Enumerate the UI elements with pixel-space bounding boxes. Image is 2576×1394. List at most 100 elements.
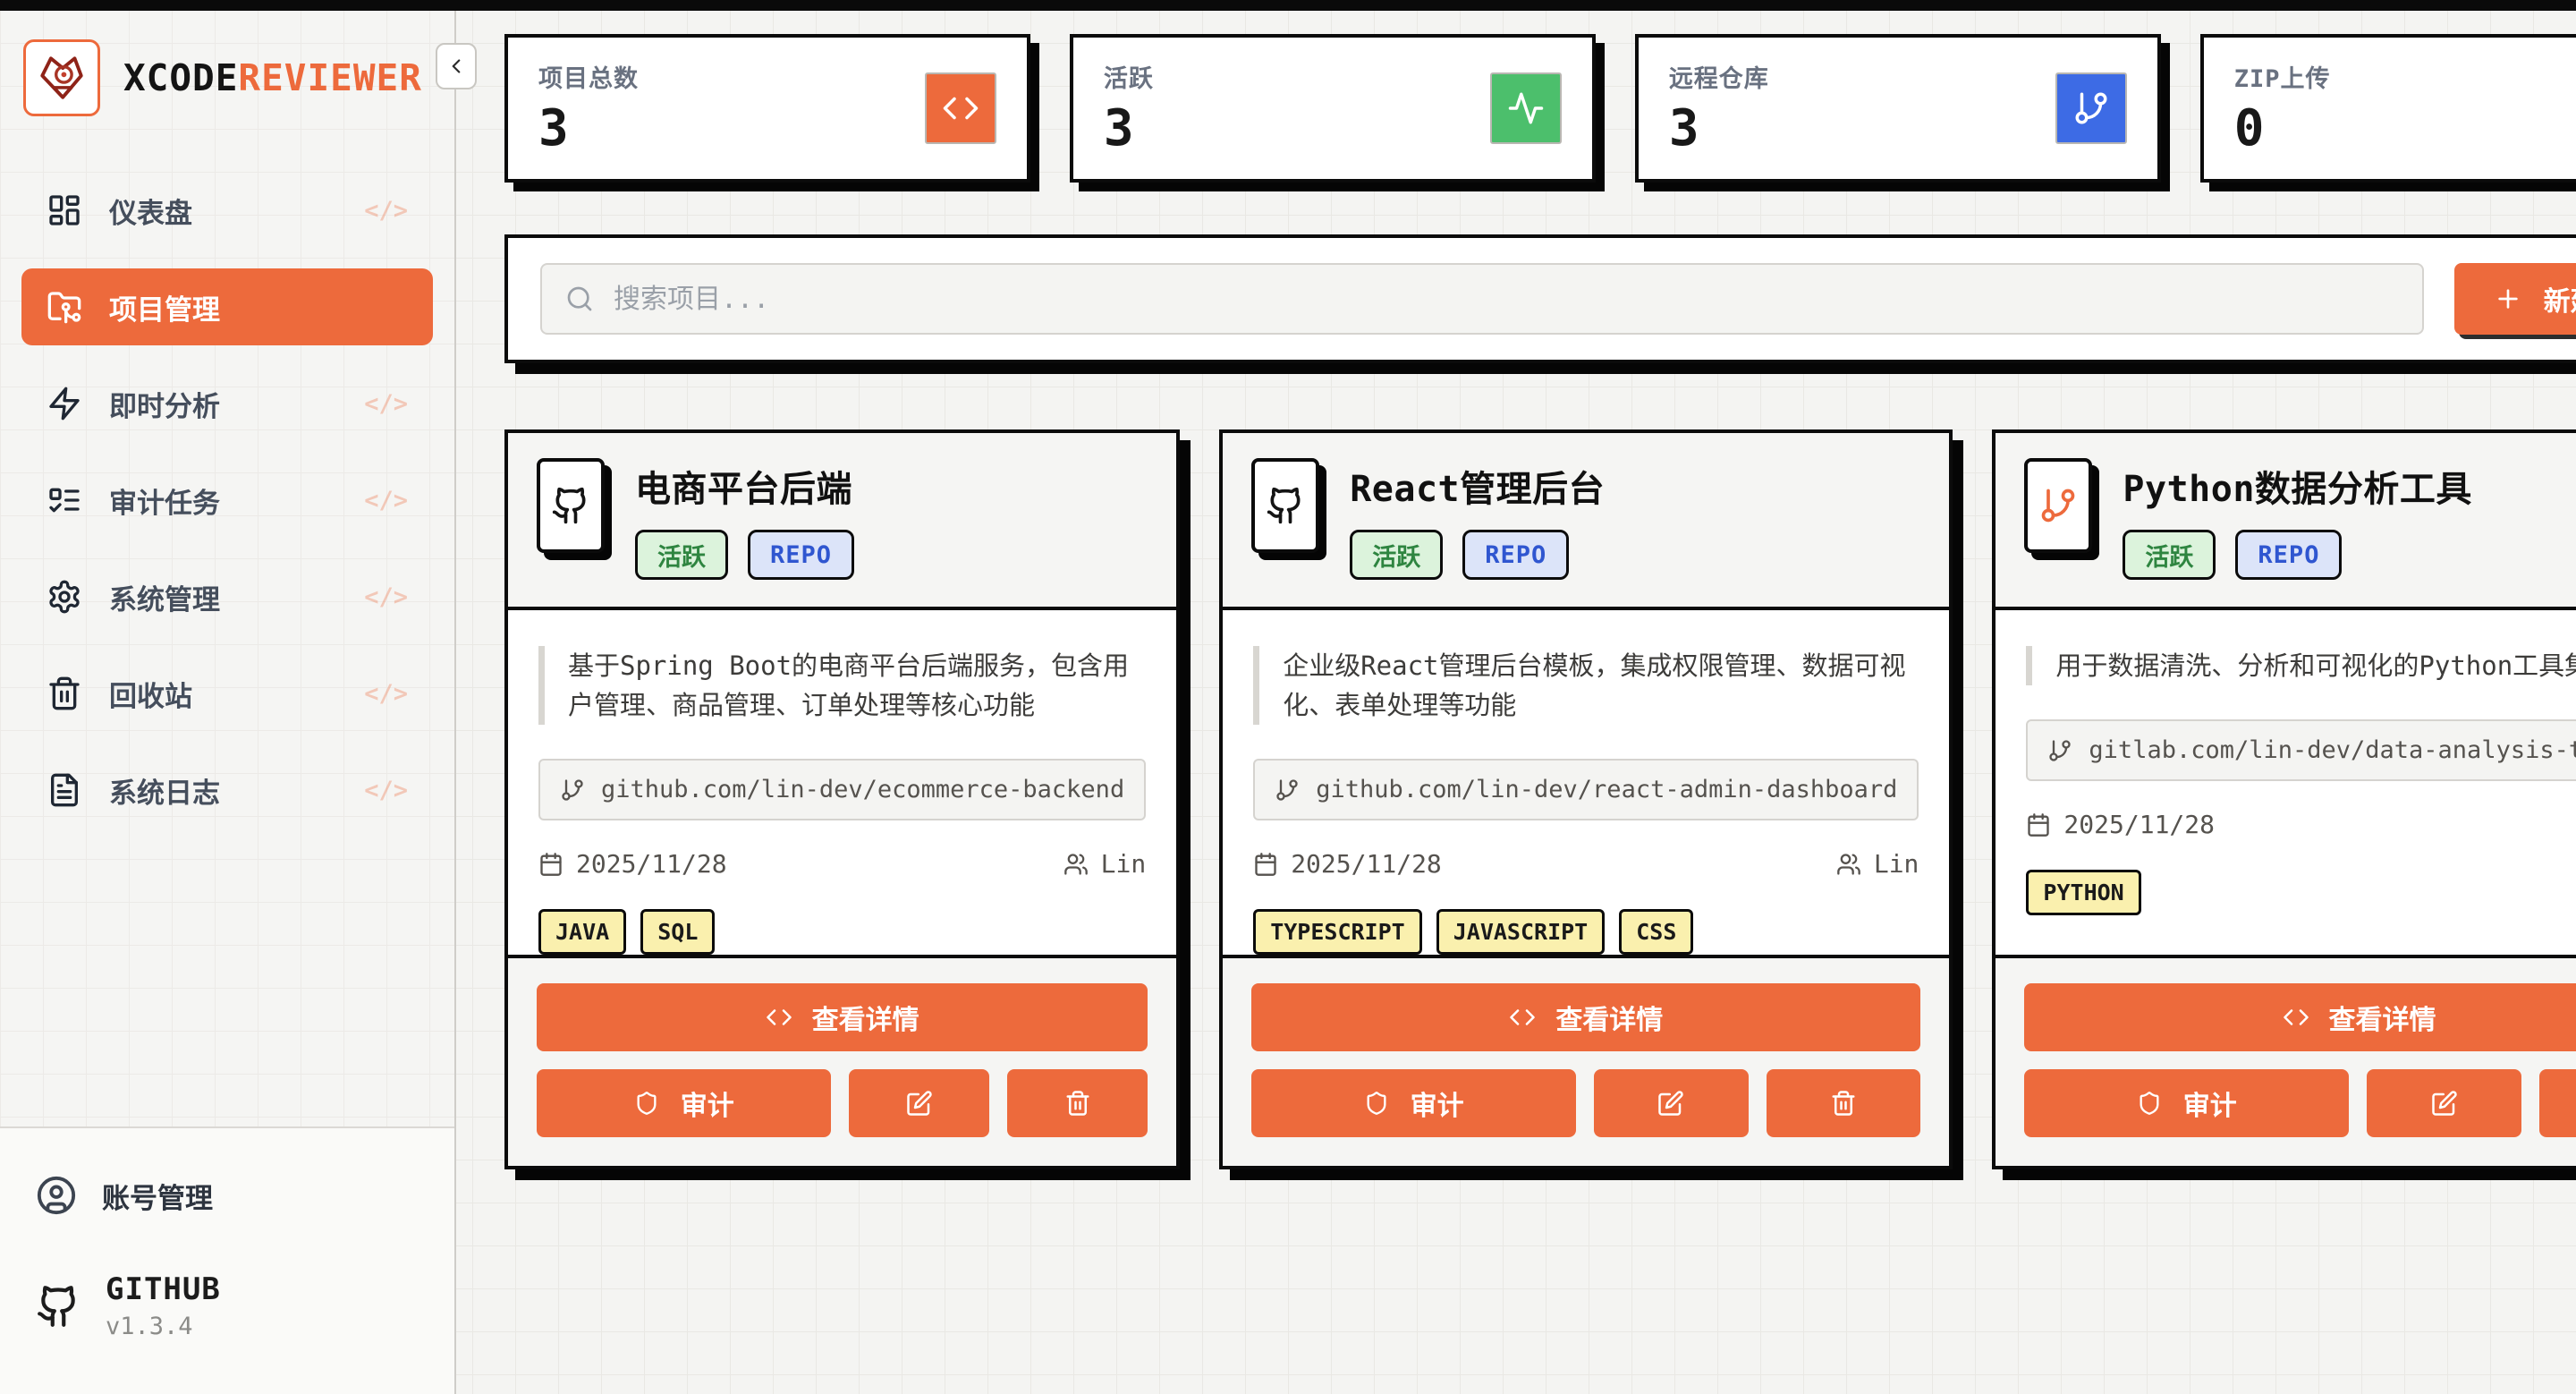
view-details-label: 查看详情 (811, 1005, 919, 1037)
github-label: GITHUB (106, 1271, 221, 1307)
sidebar-item-instant-analysis[interactable]: 即时分析 </> (21, 365, 433, 442)
code-decoration: </> (364, 679, 408, 708)
shield-icon (2137, 1091, 2162, 1116)
tag-list: JAVA SQL (538, 909, 1146, 956)
project-title: React管理后台 (1350, 469, 1606, 510)
version-label: v1.3.4 (106, 1313, 193, 1340)
sidebar-item-system-admin[interactable]: 系统管理 </> (21, 558, 433, 635)
project-title: Python数据分析工具 (2123, 469, 2472, 510)
top-black-bar (0, 0, 2576, 11)
project-card-footer: 查看详情 审计 (1223, 955, 1950, 1167)
status-badge: 活跃 (1350, 530, 1444, 580)
repo-url: gitlab.com/lin-dev/data-analysis-toolkit (2026, 719, 2576, 782)
sidebar-item-label: 系统管理 (109, 583, 220, 616)
project-card-header: Python数据分析工具 活跃 REPO (1996, 433, 2576, 610)
delete-button[interactable] (1766, 1069, 1921, 1138)
new-project-label: 新建项目 (2543, 286, 2576, 318)
stat-value: 3 (1103, 99, 1134, 157)
new-project-button[interactable]: 新建项目 (2453, 263, 2576, 335)
sidebar-item-projects[interactable]: 项目管理 (21, 268, 433, 345)
stat-value: 3 (1668, 99, 1699, 157)
stat-label: 远程仓库 (1668, 65, 1769, 93)
project-card-python-toolkit: Python数据分析工具 活跃 REPO 用于数据清洗、分析和可视化的Pytho… (1992, 429, 2576, 1170)
project-description: 用于数据清洗、分析和可视化的Python工具集 (2026, 646, 2576, 686)
language-tag: JAVASCRIPT (1436, 909, 1606, 956)
account-label: 账号管理 (102, 1182, 213, 1215)
chevron-left-icon (445, 55, 468, 78)
search-box (540, 263, 2424, 335)
view-details-button[interactable]: 查看详情 (1251, 983, 1921, 1052)
stat-card-total-projects: 项目总数 3 (504, 34, 1030, 183)
app-title: XCODEREVIEWER (123, 56, 422, 99)
project-owner: Lin (1063, 849, 1147, 880)
sidebar-collapse-button[interactable] (436, 43, 477, 89)
brand-black: XCODE (123, 56, 239, 99)
view-details-button[interactable]: 查看详情 (2024, 983, 2576, 1052)
edit-button[interactable] (1593, 1069, 1749, 1138)
view-details-label: 查看详情 (1555, 1005, 1664, 1037)
sidebar-item-label: 仪表盘 (109, 197, 192, 230)
search-icon (565, 285, 594, 313)
code-decoration: </> (364, 776, 408, 804)
sidebar-item-recycle-bin[interactable]: 回收站 </> (21, 655, 433, 732)
shield-icon (634, 1091, 659, 1116)
github-icon (36, 1284, 80, 1329)
trash-icon (1064, 1090, 1091, 1117)
project-card-footer: 查看详情 审计 (1996, 955, 2576, 1167)
edit-button[interactable] (849, 1069, 990, 1138)
stat-label: 活跃 (1103, 65, 1154, 93)
list-checks-icon (47, 482, 82, 518)
language-tag: TYPESCRIPT (1253, 909, 1422, 956)
stat-value: 3 (538, 99, 569, 157)
project-card-react-admin: React管理后台 活跃 REPO 企业级React管理后台模板，集成权限管理、… (1219, 429, 1953, 1170)
sidebar-item-dashboard[interactable]: 仪表盘 </> (21, 172, 433, 249)
view-details-button[interactable]: 查看详情 (537, 983, 1148, 1052)
audit-button[interactable]: 审计 (537, 1069, 832, 1138)
sidebar-item-label: 回收站 (109, 680, 192, 713)
sidebar-footer: 账号管理 GITHUB v1.3.4 (0, 1126, 454, 1394)
code-icon (2283, 1004, 2309, 1031)
delete-button[interactable] (2538, 1069, 2576, 1138)
app-logo-icon (23, 39, 100, 116)
main-content: 项目总数 3 活跃 3 远程仓库 3 ZIP上传 0 搜索项目... 新 电商平… (456, 0, 2576, 1394)
owner-text: Lin (1100, 849, 1147, 880)
github-icon (537, 458, 605, 553)
project-grid: 电商平台后端 活跃 REPO 基于Spring Boot的电商平台后端服务，包含… (504, 429, 2576, 1170)
account-management[interactable]: 账号管理 (36, 1175, 419, 1216)
brand: XCODEREVIEWER (0, 11, 454, 134)
activity-icon (1489, 72, 1562, 144)
language-tag: PYTHON (2026, 870, 2141, 916)
project-date: 2025/11/28 (538, 849, 727, 879)
project-date: 2025/11/28 (1253, 849, 1442, 879)
delete-button[interactable] (1007, 1069, 1148, 1138)
audit-button[interactable]: 审计 (2024, 1069, 2350, 1138)
code-decoration: </> (364, 486, 408, 514)
repo-type-badge: REPO (2235, 530, 2343, 580)
sidebar-item-system-logs[interactable]: 系统日志 </> (21, 752, 433, 829)
sidebar-item-audit-tasks[interactable]: 审计任务 </> (21, 462, 433, 539)
sidebar: XCODEREVIEWER 仪表盘 </> 项目管理 即时分析 </> 审计任务… (0, 0, 477, 1394)
stat-label: 项目总数 (538, 65, 639, 93)
repo-url: github.com/lin-dev/react-admin-dashboard (1253, 759, 1919, 821)
search-input[interactable] (614, 283, 2399, 315)
sidebar-item-label: 审计任务 (109, 487, 220, 520)
git-branch-icon (2055, 72, 2127, 144)
edit-button[interactable] (2367, 1069, 2521, 1138)
stat-card-remote-repos: 远程仓库 3 (1634, 34, 2161, 183)
audit-button[interactable]: 审计 (1251, 1069, 1576, 1138)
stats-row: 项目总数 3 活跃 3 远程仓库 3 ZIP上传 0 (504, 34, 2576, 183)
date-text: 2025/11/28 (1291, 849, 1442, 880)
date-text: 2025/11/28 (2063, 810, 2215, 840)
git-branch-icon (560, 778, 585, 803)
file-text-icon (47, 772, 82, 808)
user-circle-icon (36, 1175, 77, 1216)
repo-url-text: github.com/lin-dev/ecommerce-backend (601, 776, 1125, 804)
edit-icon (906, 1090, 933, 1117)
gear-icon (47, 579, 82, 615)
stat-label: ZIP上传 (2233, 65, 2331, 93)
calendar-icon (538, 852, 564, 877)
folder-git-icon (47, 289, 82, 325)
code-decoration: </> (364, 196, 408, 225)
view-details-label: 查看详情 (2328, 1005, 2436, 1037)
project-card-ecommerce: 电商平台后端 活跃 REPO 基于Spring Boot的电商平台后端服务，包含… (504, 429, 1181, 1170)
